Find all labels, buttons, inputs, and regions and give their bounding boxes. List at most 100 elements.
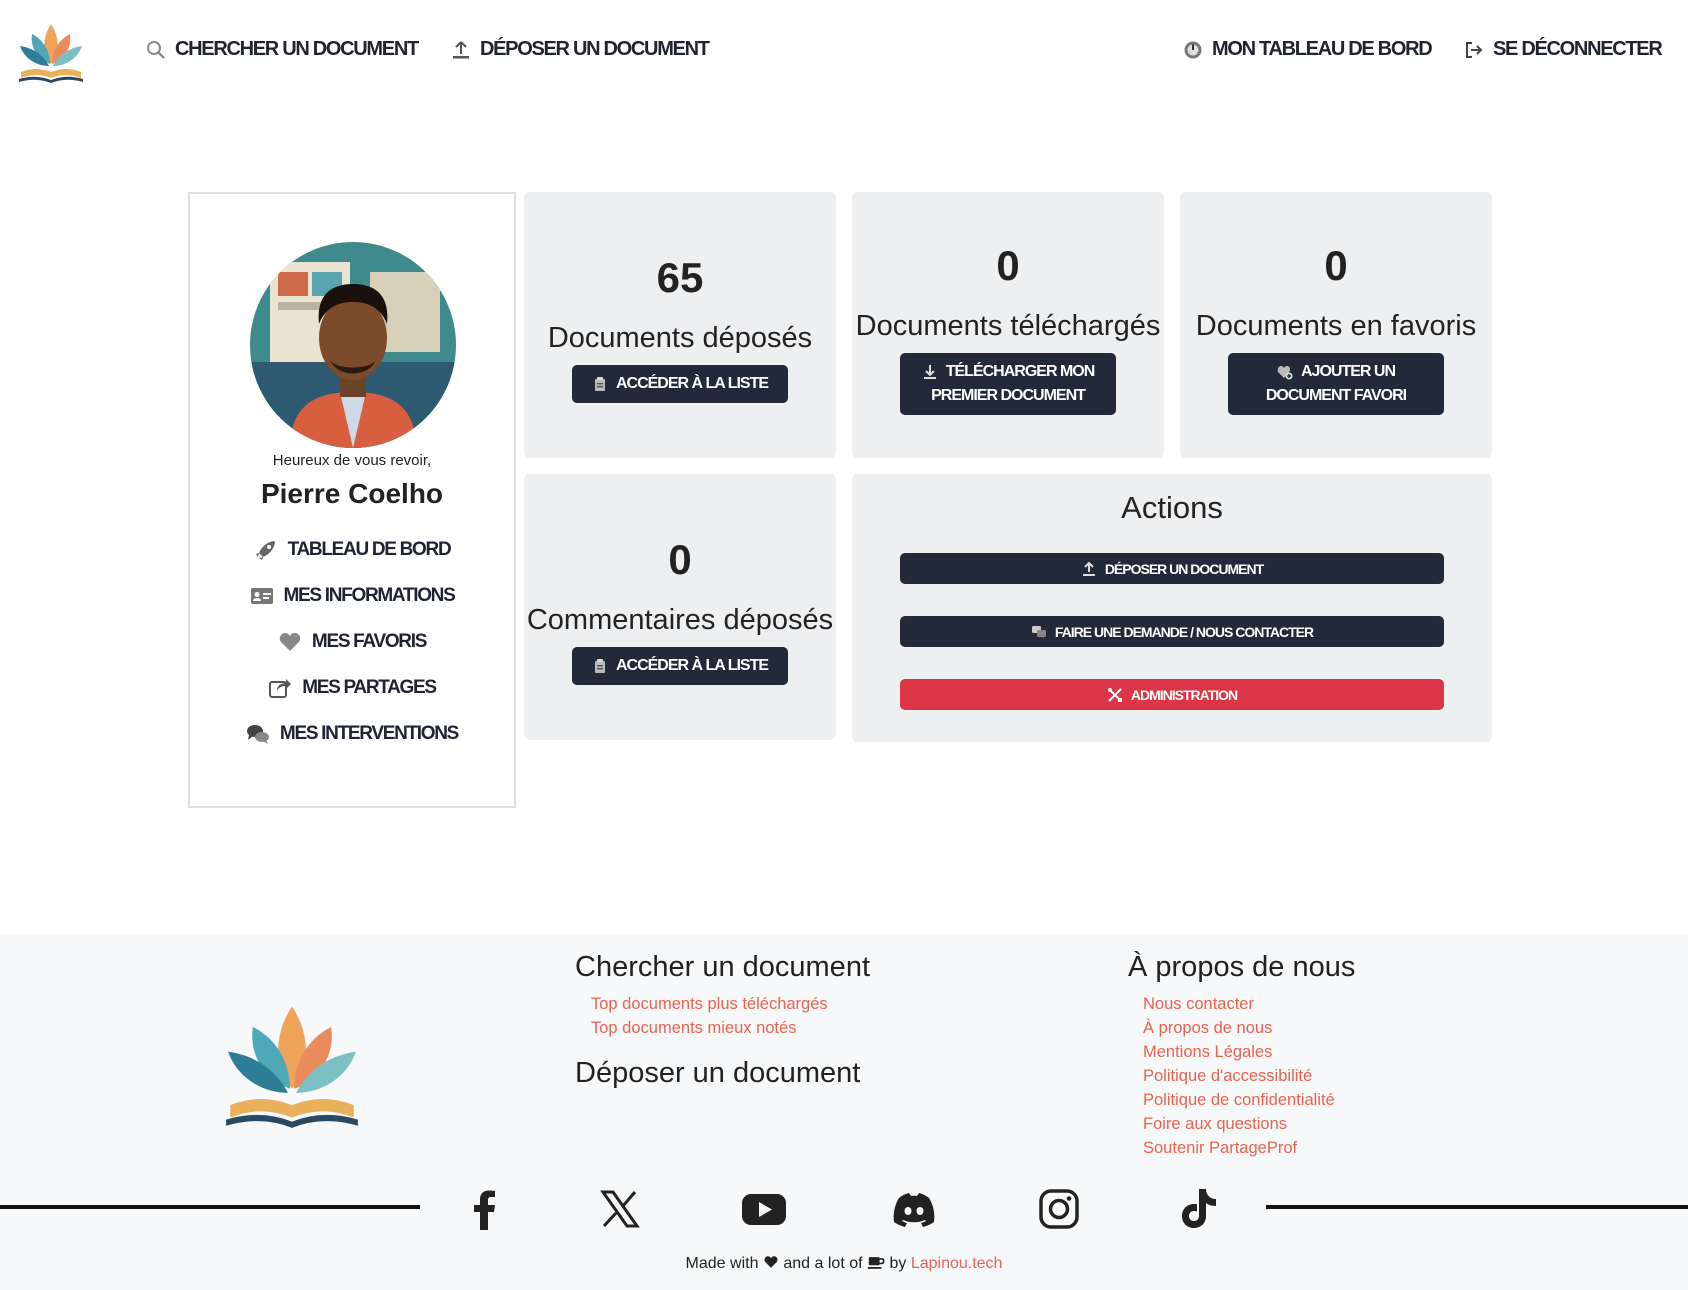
profile-username: Pierre Coelho: [260, 478, 444, 509]
heart-plus-icon: [1277, 366, 1293, 380]
id-card-icon: [250, 588, 273, 604]
downloaded-label: Documents téléchargés: [855, 310, 1161, 342]
download-first-button-label-2: PREMIER DOCUMENT: [931, 387, 1086, 404]
footer-divider-left: [0, 1205, 420, 1209]
card-actions: Actions DÉPOSER UN DOCUMENT FAIRE UNE DE…: [852, 474, 1492, 742]
upload-icon: [453, 40, 469, 58]
credits-middle: and a lot of: [783, 1255, 863, 1272]
comments-label: Commentaires déposés: [526, 604, 834, 636]
footer-link-privacy[interactable]: Politique de confidentialité: [1143, 1091, 1335, 1110]
heart-icon: [764, 1256, 778, 1268]
card-uploaded-documents: 65 Documents déposés ACCÉDER À LA LISTE: [524, 192, 836, 458]
download-first-button-label-1: TÉLÉCHARGER MON: [945, 363, 1096, 380]
comments-list-button-label: ACCÉDER À LA LISTE: [615, 657, 769, 674]
top-navbar: CHERCHER UN DOCUMENT DÉPOSER UN DOCUMENT…: [0, 0, 1688, 102]
dashboard-gauge-icon: [1184, 41, 1202, 58]
site-logo[interactable]: [16, 18, 86, 86]
card-downloaded-documents: 0 Documents téléchargés TÉLÉCHARGER MON …: [852, 192, 1164, 458]
coffee-icon: [867, 1257, 885, 1269]
avatar: [250, 242, 456, 448]
profile-menu-label: TABLEAU DE BORD: [287, 539, 452, 560]
action-upload-button[interactable]: DÉPOSER UN DOCUMENT: [900, 553, 1444, 584]
footer-link-top-rated[interactable]: Top documents mieux notés: [591, 1019, 796, 1038]
tiktok-icon[interactable]: [1174, 1186, 1220, 1232]
favorites-label: Documents en favoris: [1195, 310, 1477, 342]
profile-menu-favorites[interactable]: MES FAVORIS: [190, 631, 514, 653]
share-icon: [269, 679, 292, 698]
heart-icon: [279, 633, 301, 651]
downloaded-count: 0: [996, 242, 1020, 289]
profile-menu-dashboard[interactable]: TABLEAU DE BORD: [190, 539, 514, 561]
uploaded-label: Documents déposés: [547, 322, 813, 354]
card-favorite-documents: 0 Documents en favoris AJOUTER UN DOCUME…: [1180, 192, 1492, 458]
clipboard-icon: [594, 659, 605, 673]
footer-search-heading[interactable]: Chercher un document: [575, 951, 870, 984]
profile-menu-shares[interactable]: MES PARTAGES: [190, 677, 514, 699]
action-admin-label: ADMINISTRATION: [1130, 686, 1238, 703]
footer-logo: [226, 1006, 358, 1128]
add-favorite-button[interactable]: AJOUTER UN DOCUMENT FAVORI: [1228, 353, 1444, 415]
profile-menu-label: MES INFORMATIONS: [283, 585, 456, 606]
profile-greeting: Heureux de vous revoir,: [272, 452, 432, 469]
comments-count: 0: [668, 536, 692, 583]
facebook-icon[interactable]: [462, 1186, 508, 1232]
download-first-button-line1: TÉLÉCHARGER MON: [922, 360, 1095, 384]
footer-link-contact[interactable]: Nous contacter: [1143, 995, 1254, 1014]
nav-upload-link[interactable]: DÉPOSER UN DOCUMENT: [451, 38, 710, 61]
comments-list-button[interactable]: ACCÉDER À LA LISTE: [572, 647, 788, 685]
nav-logout-link[interactable]: SE DÉCONNECTER: [1464, 38, 1663, 61]
action-upload-label: DÉPOSER UN DOCUMENT: [1104, 560, 1264, 577]
search-icon: [147, 40, 165, 59]
tools-icon: [1107, 687, 1122, 702]
add-favorite-button-label-2: DOCUMENT FAVORI: [1265, 387, 1407, 404]
add-favorite-button-label-1: AJOUTER UN: [1300, 363, 1396, 380]
footer-link-top-downloaded[interactable]: Top documents plus téléchargés: [591, 995, 828, 1014]
footer-link-legal[interactable]: Mentions Légales: [1143, 1043, 1272, 1062]
footer-credits: Made with and a lot of by Lapinou.tech: [0, 1255, 1688, 1273]
profile-menu-informations[interactable]: MES INFORMATIONS: [190, 585, 514, 607]
add-favorite-button-text: AJOUTER UN DOCUMENT FAVORI: [1265, 360, 1407, 408]
action-contact-button[interactable]: FAIRE UNE DEMANDE / NOUS CONTACTER: [900, 616, 1444, 647]
profile-menu-interventions[interactable]: MES INTERVENTIONS: [190, 723, 514, 745]
uploaded-list-button-label: ACCÉDER À LA LISTE: [615, 375, 769, 392]
footer-upload-heading[interactable]: Déposer un document: [575, 1057, 860, 1090]
discord-icon[interactable]: [891, 1186, 937, 1232]
profile-menu-label: MES FAVORIS: [311, 631, 427, 652]
comments-icon: [246, 725, 269, 744]
footer-link-support[interactable]: Soutenir PartageProf: [1143, 1139, 1297, 1158]
youtube-icon[interactable]: [741, 1186, 787, 1232]
x-icon[interactable]: [597, 1186, 643, 1232]
favorites-count: 0: [1324, 242, 1348, 289]
nav-search-label: CHERCHER UN DOCUMENT: [175, 38, 419, 60]
instagram-icon[interactable]: [1036, 1186, 1082, 1232]
download-first-button[interactable]: TÉLÉCHARGER MON PREMIER DOCUMENT: [900, 353, 1116, 415]
actions-title: Actions: [1121, 490, 1223, 525]
footer-link-accessibility[interactable]: Politique d'accessibilité: [1143, 1067, 1312, 1086]
nav-dashboard-link[interactable]: MON TABLEAU DE BORD: [1183, 38, 1433, 61]
profile-menu-label: MES INTERVENTIONS: [279, 723, 459, 744]
footer-divider-right: [1266, 1205, 1688, 1209]
clipboard-icon: [594, 377, 605, 391]
credits-author-link[interactable]: Lapinou.tech: [911, 1255, 1003, 1272]
uploaded-count: 65: [656, 254, 704, 301]
card-comments: 0 Commentaires déposés ACCÉDER À LA LIST…: [524, 474, 836, 740]
chat-icon: [1031, 625, 1046, 639]
action-contact-label: FAIRE UNE DEMANDE / NOUS CONTACTER: [1054, 623, 1314, 640]
action-admin-button[interactable]: ADMINISTRATION: [900, 679, 1444, 710]
download-icon: [923, 365, 936, 379]
add-favorite-button-line1: AJOUTER UN: [1277, 360, 1396, 384]
nav-search-link[interactable]: CHERCHER UN DOCUMENT: [146, 38, 419, 61]
credits-prefix: Made with: [685, 1255, 759, 1272]
nav-logout-label: SE DÉCONNECTER: [1493, 38, 1663, 60]
upload-icon: [1082, 561, 1095, 576]
footer: [0, 934, 1688, 1290]
footer-link-faq[interactable]: Foire aux questions: [1143, 1115, 1287, 1134]
profile-menu-label: MES PARTAGES: [302, 677, 437, 698]
logout-icon: [1466, 41, 1483, 58]
nav-dashboard-label: MON TABLEAU DE BORD: [1212, 38, 1433, 60]
uploaded-list-button[interactable]: ACCÉDER À LA LISTE: [572, 365, 788, 403]
nav-upload-label: DÉPOSER UN DOCUMENT: [480, 38, 710, 60]
footer-link-about[interactable]: À propos de nous: [1143, 1019, 1272, 1038]
credits-by: by: [889, 1255, 907, 1272]
rocket-icon: [255, 541, 275, 560]
